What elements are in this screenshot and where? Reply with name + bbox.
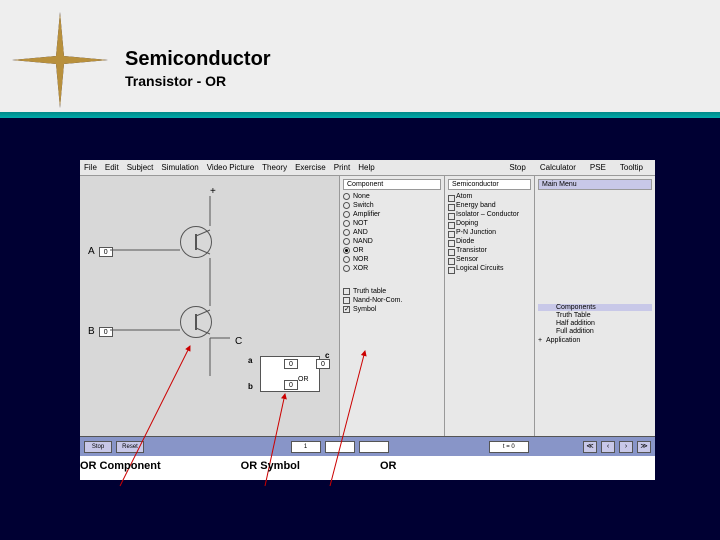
menu-simulation[interactable]: Simulation bbox=[161, 163, 198, 172]
or-c-value: 0 bbox=[316, 359, 330, 369]
topic-isolator-conductor[interactable]: Isolator – Conductor bbox=[448, 211, 531, 218]
menu-application[interactable]: Application bbox=[538, 337, 652, 344]
component-radio-or[interactable]: OR bbox=[343, 247, 441, 254]
menu-file[interactable]: File bbox=[84, 163, 97, 172]
annotation-or-symbol: OR Symbol bbox=[241, 460, 300, 472]
main-menu-header[interactable]: Main Menu bbox=[538, 179, 652, 190]
or-a-value: 0 bbox=[284, 359, 298, 369]
or-pin-b: b bbox=[248, 382, 253, 391]
submenu-truth-table[interactable]: Truth Table bbox=[538, 312, 652, 319]
topic-logical-circuits[interactable]: Logical Circuits bbox=[448, 265, 531, 272]
menu-video[interactable]: Video Picture bbox=[207, 163, 254, 172]
divider bbox=[0, 112, 720, 118]
component-radio-none[interactable]: None bbox=[343, 193, 441, 200]
component-radio-not[interactable]: NOT bbox=[343, 220, 441, 227]
stop-button[interactable]: Stop bbox=[84, 441, 112, 453]
topic-panel-header: Semiconductor bbox=[448, 179, 531, 190]
star-icon bbox=[10, 10, 110, 110]
menu-stop[interactable]: Stop bbox=[509, 163, 525, 172]
menu-exercise[interactable]: Exercise bbox=[295, 163, 326, 172]
time-display: t = 0 bbox=[489, 441, 529, 453]
status-value-2 bbox=[325, 441, 355, 453]
page-subtitle: Transistor - OR bbox=[125, 73, 271, 89]
annotations: OR Component OR Symbol OR bbox=[80, 460, 396, 472]
topic-diode[interactable]: Diode bbox=[448, 238, 531, 245]
app-window: File Edit Subject Simulation Video Pictu… bbox=[80, 160, 655, 460]
menu-print[interactable]: Print bbox=[334, 163, 350, 172]
menu-help[interactable]: Help bbox=[358, 163, 374, 172]
menu-theory[interactable]: Theory bbox=[262, 163, 287, 172]
nav-next[interactable]: › bbox=[619, 441, 633, 453]
nav-first[interactable]: ≪ bbox=[583, 441, 597, 453]
check-symbol[interactable]: Symbol bbox=[343, 306, 441, 313]
topic-sensor[interactable]: Sensor bbox=[448, 256, 531, 263]
component-radio-switch[interactable]: Switch bbox=[343, 202, 441, 209]
or-b-value: 0 bbox=[284, 380, 298, 390]
annotation-or: OR bbox=[380, 460, 397, 472]
submenu-half-addition[interactable]: Half addition bbox=[538, 320, 652, 327]
topic-doping[interactable]: Doping bbox=[448, 220, 531, 227]
topic-p-n-junction[interactable]: P-N Junction bbox=[448, 229, 531, 236]
topic-transistor[interactable]: Transistor bbox=[448, 247, 531, 254]
check-truth-table[interactable]: Truth table bbox=[343, 288, 441, 295]
or-pin-a: a bbox=[248, 356, 252, 365]
menu-tooltip[interactable]: Tooltip bbox=[620, 163, 643, 172]
main-menu-panel: Main Menu ComponentsTruth TableHalf addi… bbox=[535, 176, 655, 436]
menu-pse[interactable]: PSE bbox=[590, 163, 606, 172]
component-radio-nor[interactable]: NOR bbox=[343, 256, 441, 263]
topic-energy-band[interactable]: Energy band bbox=[448, 202, 531, 209]
reset-button[interactable]: Reset bbox=[116, 441, 144, 453]
page-title: Semiconductor bbox=[125, 48, 271, 71]
component-radio-and[interactable]: AND bbox=[343, 229, 441, 236]
check-nand-nor-com-[interactable]: Nand-Nor-Com. bbox=[343, 297, 441, 304]
statusbar: Stop Reset 1 t = 0 ≪ ‹ › ≫ bbox=[80, 436, 655, 456]
component-panel-header: Component bbox=[343, 179, 441, 190]
status-value-3 bbox=[359, 441, 389, 453]
submenu-full-addition[interactable]: Full addition bbox=[538, 328, 652, 335]
menu-subject[interactable]: Subject bbox=[127, 163, 154, 172]
topic-atom[interactable]: Atom bbox=[448, 193, 531, 200]
or-gate-label: OR bbox=[298, 376, 309, 383]
menu-calculator[interactable]: Calculator bbox=[540, 163, 576, 172]
topic-panel: Semiconductor Atom Energy band Isolator – … bbox=[445, 176, 535, 436]
status-value-1: 1 bbox=[291, 441, 321, 453]
nav-last[interactable]: ≫ bbox=[637, 441, 651, 453]
component-radio-nand[interactable]: NAND bbox=[343, 238, 441, 245]
component-radio-amplifier[interactable]: Amplifier bbox=[343, 211, 441, 218]
submenu-components[interactable]: Components bbox=[538, 304, 652, 311]
component-panel: Component None Switch Amplifier NOT AND NAND O… bbox=[340, 176, 445, 436]
annotation-or-component: OR Component bbox=[80, 460, 161, 472]
menu-edit[interactable]: Edit bbox=[105, 163, 119, 172]
circuit-wires bbox=[80, 176, 340, 436]
component-radio-xor[interactable]: XOR bbox=[343, 265, 441, 272]
nav-prev[interactable]: ‹ bbox=[601, 441, 615, 453]
menubar: File Edit Subject Simulation Video Pictu… bbox=[80, 160, 655, 176]
circuit-canvas[interactable]: + A0 B0 C bbox=[80, 176, 340, 436]
